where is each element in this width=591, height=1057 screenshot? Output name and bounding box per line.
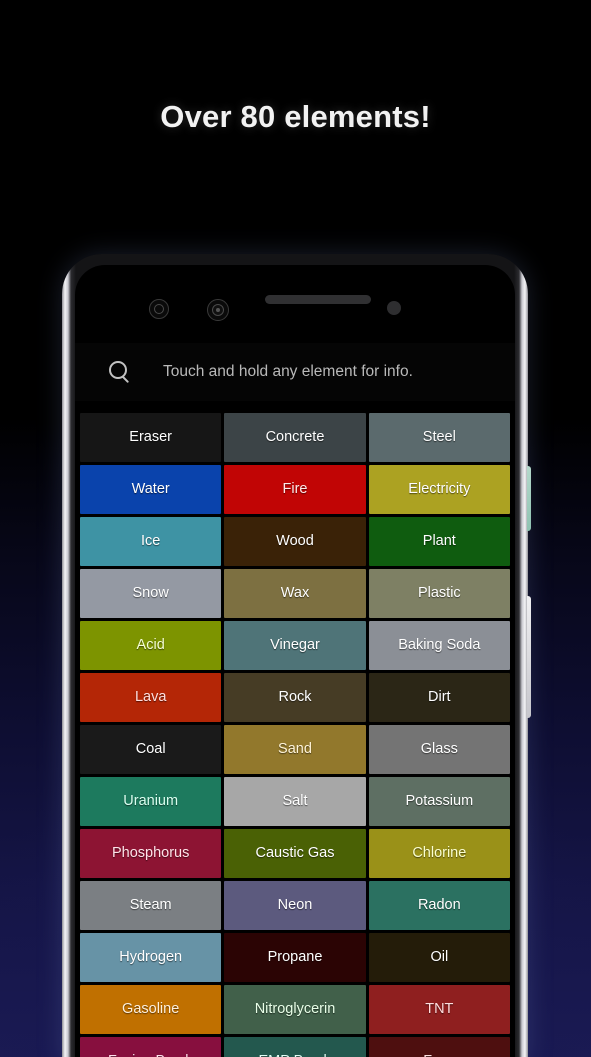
element-tile[interactable]: Caustic Gas <box>224 829 366 878</box>
search-hint-text: Touch and hold any element for info. <box>163 363 413 380</box>
element-tile[interactable]: Sand <box>224 725 366 774</box>
element-tile[interactable]: Gasoline <box>80 985 222 1034</box>
phone-top-bezel <box>75 265 515 327</box>
element-tile[interactable]: Steel <box>368 413 510 462</box>
element-tile[interactable]: Concrete <box>224 413 366 462</box>
element-tile[interactable]: Baking Soda <box>368 621 510 670</box>
element-tile[interactable]: Wax <box>224 569 366 618</box>
element-tile[interactable]: Electricity <box>368 465 510 514</box>
element-tile[interactable]: Snow <box>80 569 222 618</box>
element-tile[interactable]: Plant <box>368 517 510 566</box>
element-tile[interactable]: TNT <box>368 985 510 1034</box>
volume-button[interactable] <box>527 466 531 531</box>
element-tile[interactable]: Dirt <box>368 673 510 722</box>
search-bar[interactable]: Touch and hold any element for info. <box>75 343 515 401</box>
earpiece-speaker-icon <box>265 295 371 304</box>
element-tile[interactable]: Nitroglycerin <box>224 985 366 1034</box>
element-tile[interactable]: Plastic <box>368 569 510 618</box>
element-tile[interactable]: Ice <box>80 517 222 566</box>
search-icon[interactable] <box>107 359 133 385</box>
phone-mockup: Touch and hold any element for info. Era… <box>62 254 531 1057</box>
front-camera-icon <box>207 299 229 321</box>
element-tile[interactable]: Hydrogen <box>80 933 222 982</box>
app-store-screenshot: Over 80 elements! Touch and hold any ele… <box>0 0 591 1057</box>
element-tile[interactable]: Water <box>80 465 222 514</box>
proximity-sensor-icon <box>149 299 169 319</box>
element-tile[interactable]: Chlorine <box>368 829 510 878</box>
element-tile[interactable]: Acid <box>80 621 222 670</box>
element-tile[interactable]: Lava <box>80 673 222 722</box>
page-title: Over 80 elements! <box>160 99 431 134</box>
element-grid: Eraser Concrete Steel Water Fire Electricity I… <box>75 413 515 1057</box>
light-sensor-icon <box>387 301 401 315</box>
element-tile[interactable]: Wood <box>224 517 366 566</box>
element-tile[interactable]: Coal <box>80 725 222 774</box>
power-button[interactable] <box>527 596 531 718</box>
element-tile[interactable]: Neon <box>224 881 366 930</box>
element-tile[interactable]: Uranium <box>80 777 222 826</box>
element-tile[interactable]: Radon <box>368 881 510 930</box>
phone-screen: Touch and hold any element for info. Era… <box>75 265 515 1057</box>
element-tile[interactable]: Fusion Bomb <box>80 1037 222 1057</box>
element-tile[interactable]: Steam <box>80 881 222 930</box>
element-tile[interactable]: Propane <box>224 933 366 982</box>
element-tile[interactable]: Rock <box>224 673 366 722</box>
element-tile[interactable]: Fire <box>224 465 366 514</box>
element-tile[interactable]: Glass <box>368 725 510 774</box>
element-tile[interactable]: Eraser <box>80 413 222 462</box>
element-tile[interactable]: Salt <box>224 777 366 826</box>
element-tile[interactable]: EMP Bomb <box>224 1037 366 1057</box>
element-tile[interactable]: Phosphorus <box>80 829 222 878</box>
element-tile[interactable]: Oil <box>368 933 510 982</box>
element-tile[interactable]: Potassium <box>368 777 510 826</box>
element-tile[interactable]: Vinegar <box>224 621 366 670</box>
element-tile[interactable]: Fuse <box>368 1037 510 1057</box>
